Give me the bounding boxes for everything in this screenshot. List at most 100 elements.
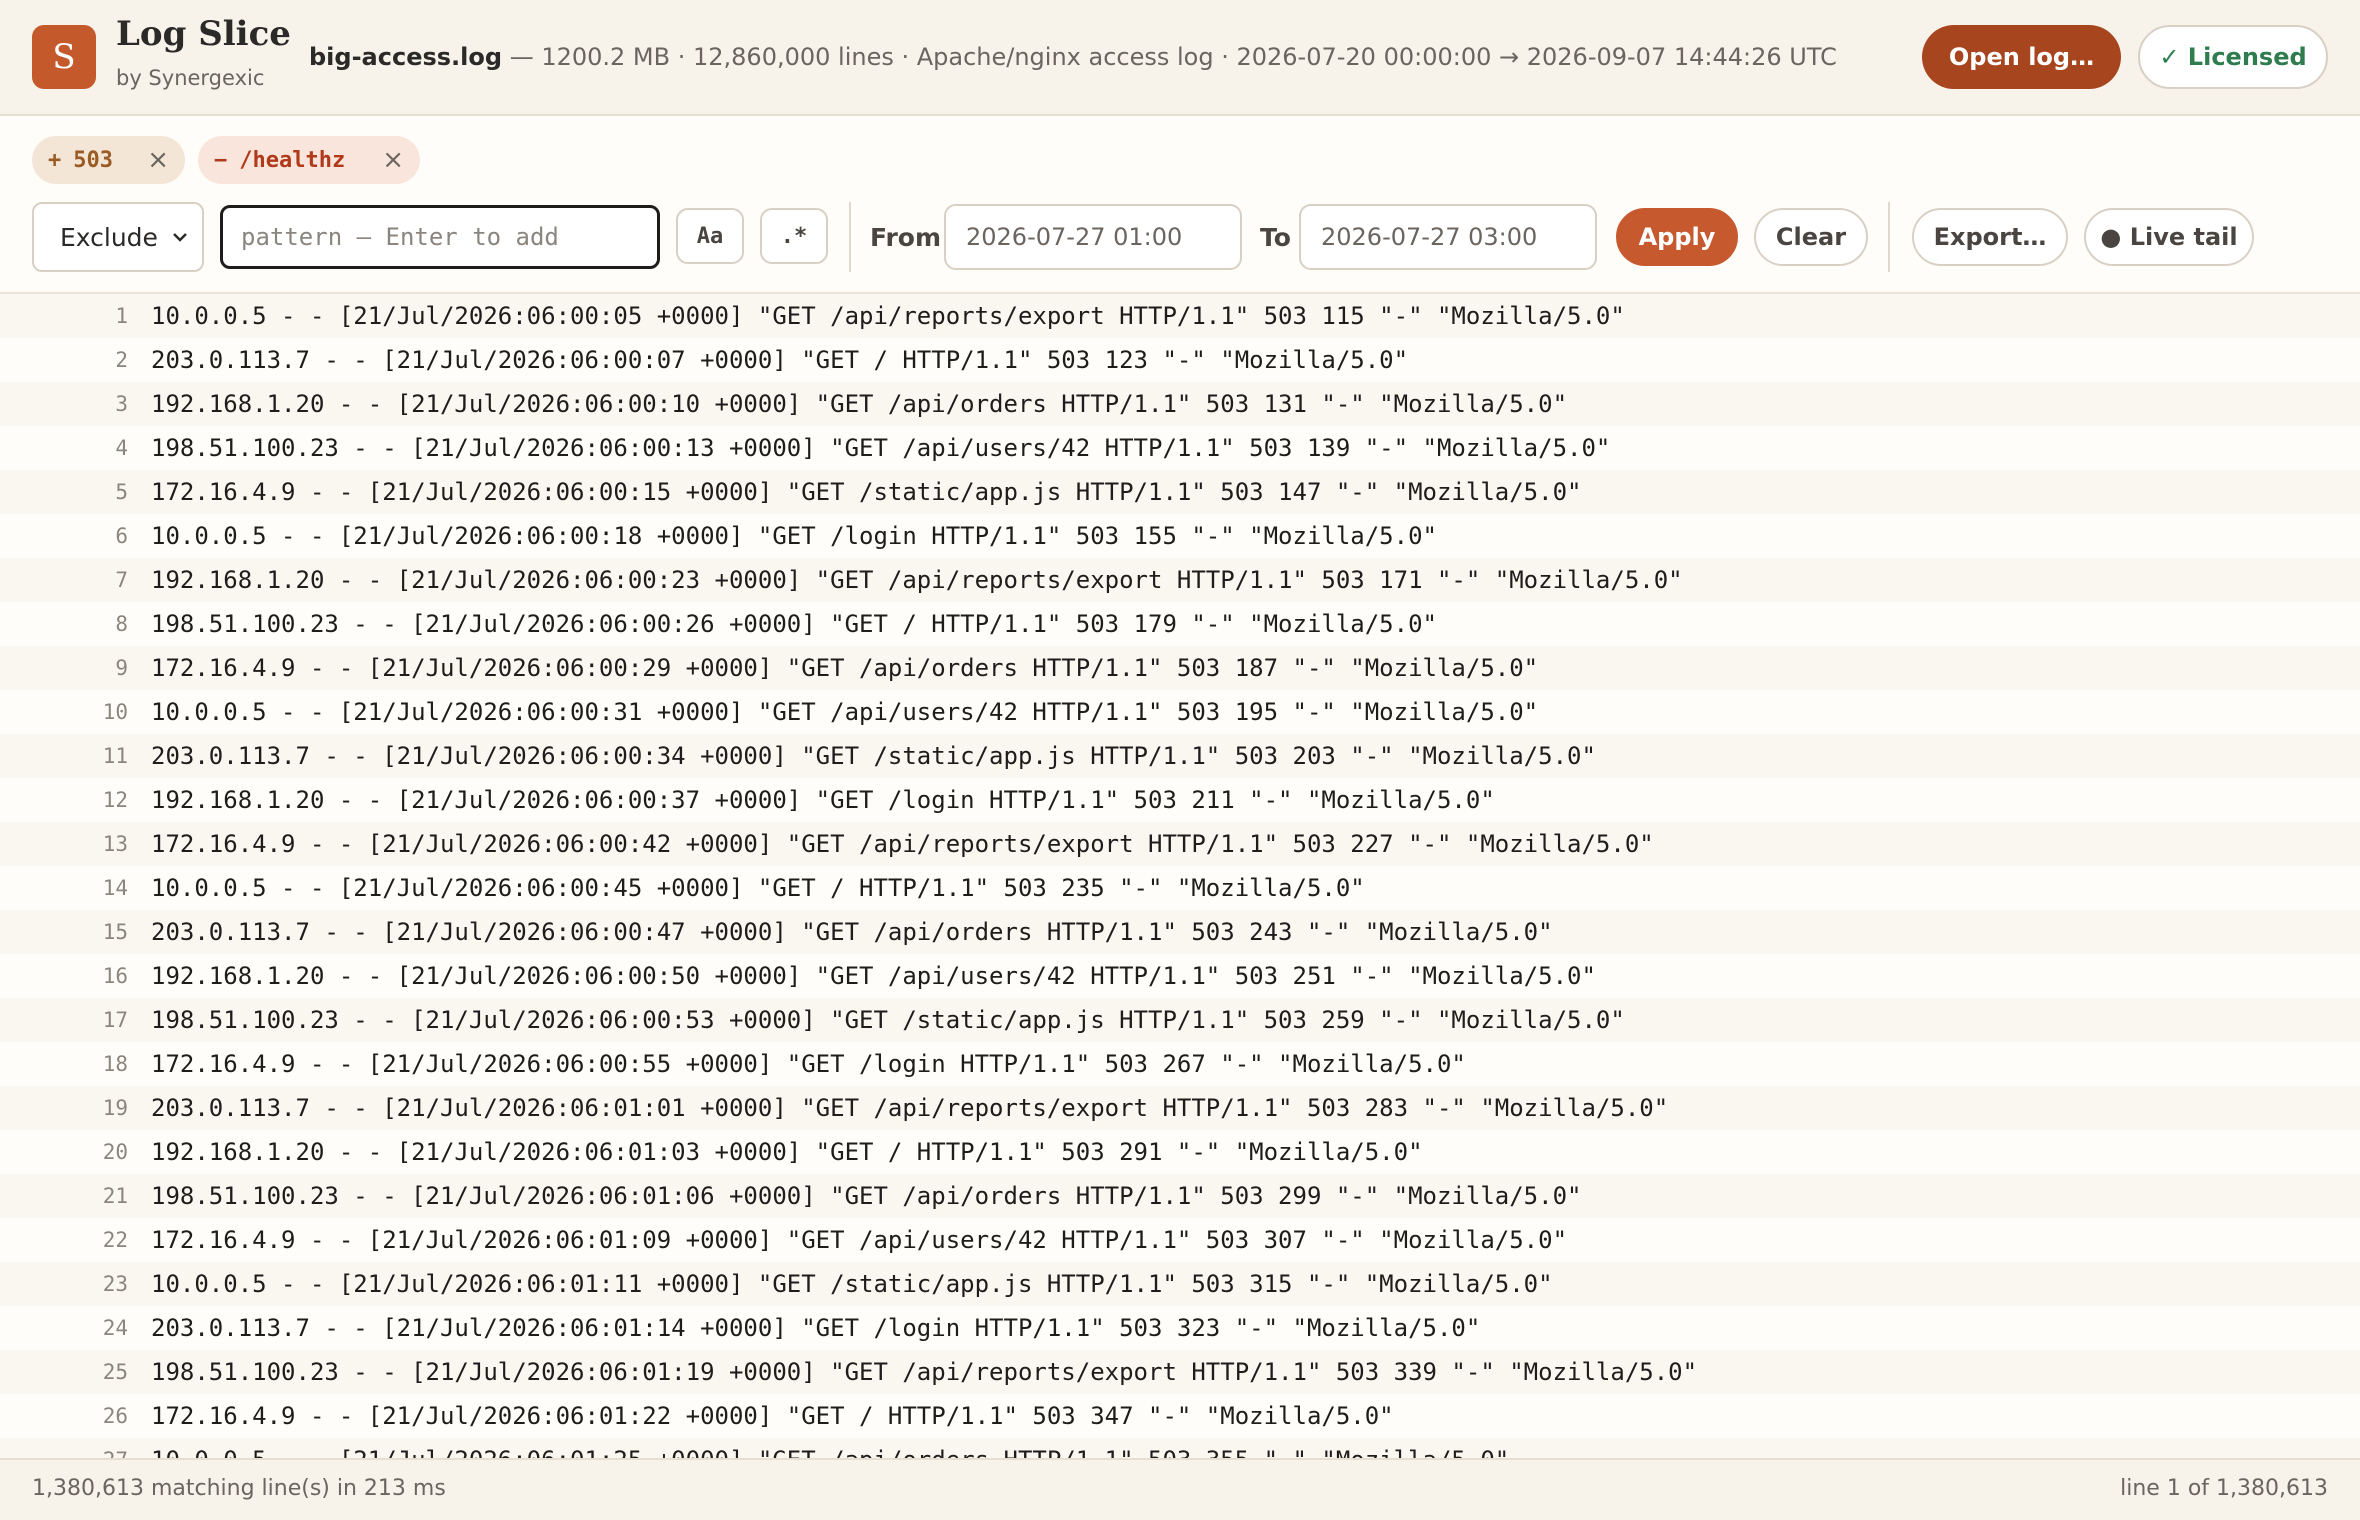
line-number: 22 [102, 1228, 128, 1252]
filter-chip-exclude[interactable]: − /healthz × [198, 136, 420, 184]
file-info: big-access.log — 1200.2 MB · 12,860,000 … [309, 43, 1837, 71]
line-text: 172.16.4.9 - - [21/Jul/2026:06:00:55 +00… [151, 1050, 1466, 1078]
log-line[interactable]: 25 198.51.100.23 - - [21/Jul/2026:06:01:1… [0, 1350, 2360, 1394]
line-number: 11 [102, 744, 128, 768]
log-line[interactable]: 19 203.0.113.7 - - [21/Jul/2026:06:01:01 … [0, 1086, 2360, 1130]
app-vendor: by Synergexic [116, 66, 265, 90]
clear-button[interactable]: Clear [1754, 208, 1868, 266]
line-text: 203.0.113.7 - - [21/Jul/2026:06:01:01 +0… [151, 1094, 1669, 1122]
line-number: 13 [102, 832, 128, 856]
toolbar-divider [849, 202, 851, 272]
log-line[interactable]: 12 192.168.1.20 - - [21/Jul/2026:06:00:37… [0, 778, 2360, 822]
open-log-button[interactable]: Open log… [1922, 25, 2121, 89]
line-text: 172.16.4.9 - - [21/Jul/2026:06:01:22 +00… [151, 1402, 1394, 1430]
line-number: 12 [102, 788, 128, 812]
line-text: 172.16.4.9 - - [21/Jul/2026:06:00:42 +00… [151, 830, 1654, 858]
line-number: 3 [115, 392, 128, 416]
log-line[interactable]: 24 203.0.113.7 - - [21/Jul/2026:06:01:14 … [0, 1306, 2360, 1350]
log-line[interactable]: 10 10.0.0.5 - - [21/Jul/2026:06:00:31 +00… [0, 690, 2360, 734]
chip-sign: − [214, 147, 228, 173]
line-number: 1 [115, 304, 128, 328]
log-line[interactable]: 13 172.16.4.9 - - [21/Jul/2026:06:00:42 +… [0, 822, 2360, 866]
log-line[interactable]: 8 198.51.100.23 - - [21/Jul/2026:06:00:26… [0, 602, 2360, 646]
licensed-button[interactable]: ✓ Licensed [2138, 25, 2328, 89]
close-icon[interactable]: × [147, 145, 169, 175]
line-text: 198.51.100.23 - - [21/Jul/2026:06:01:06 … [151, 1182, 1582, 1210]
line-text: 198.51.100.23 - - [21/Jul/2026:06:00:26 … [151, 610, 1437, 638]
log-slice-app: S Log Slice by Synergexic big-access.log… [0, 0, 2360, 1520]
chip-label: /healthz [239, 147, 346, 173]
line-text: 192.168.1.20 - - [21/Jul/2026:06:01:03 +… [151, 1138, 1423, 1166]
filter-mode-value: Exclude [60, 222, 158, 252]
case-sensitive-toggle[interactable]: Aa [676, 208, 744, 264]
toolbar-divider [1888, 202, 1890, 272]
line-number: 19 [102, 1096, 128, 1120]
line-number: 6 [115, 524, 128, 548]
log-line[interactable]: 23 10.0.0.5 - - [21/Jul/2026:06:01:11 +00… [0, 1262, 2360, 1306]
log-line[interactable]: 7 192.168.1.20 - - [21/Jul/2026:06:00:23 … [0, 558, 2360, 602]
line-text: 10.0.0.5 - - [21/Jul/2026:06:01:11 +0000… [151, 1270, 1553, 1298]
log-line[interactable]: 3 192.168.1.20 - - [21/Jul/2026:06:00:10 … [0, 382, 2360, 426]
log-line[interactable]: 6 10.0.0.5 - - [21/Jul/2026:06:00:18 +000… [0, 514, 2360, 558]
log-line[interactable]: 11 203.0.113.7 - - [21/Jul/2026:06:00:34 … [0, 734, 2360, 778]
log-line[interactable]: 2 203.0.113.7 - - [21/Jul/2026:06:00:07 +… [0, 338, 2360, 382]
line-text: 192.168.1.20 - - [21/Jul/2026:06:00:50 +… [151, 962, 1596, 990]
line-number: 16 [102, 964, 128, 988]
line-number: 25 [102, 1360, 128, 1384]
line-position: line 1 of 1,380,613 [2120, 1476, 2328, 1501]
filter-chip-include[interactable]: + 503 × [32, 136, 185, 184]
line-text: 172.16.4.9 - - [21/Jul/2026:06:01:09 +00… [151, 1226, 1568, 1254]
chevron-down-icon [172, 227, 188, 248]
line-text: 203.0.113.7 - - [21/Jul/2026:06:01:14 +0… [151, 1314, 1481, 1342]
log-line[interactable]: 1 10.0.0.5 - - [21/Jul/2026:06:00:05 +000… [0, 294, 2360, 338]
app-header: S Log Slice by Synergexic big-access.log… [0, 0, 2360, 116]
line-text: 172.16.4.9 - - [21/Jul/2026:06:00:15 +00… [151, 478, 1582, 506]
log-line[interactable]: 5 172.16.4.9 - - [21/Jul/2026:06:00:15 +0… [0, 470, 2360, 514]
log-line[interactable]: 9 172.16.4.9 - - [21/Jul/2026:06:00:29 +0… [0, 646, 2360, 690]
log-line[interactable]: 20 192.168.1.20 - - [21/Jul/2026:06:01:03… [0, 1130, 2360, 1174]
file-details: — 1200.2 MB · 12,860,000 lines · Apache/… [502, 43, 1837, 71]
close-icon[interactable]: × [382, 145, 404, 175]
log-line[interactable]: 22 172.16.4.9 - - [21/Jul/2026:06:01:09 +… [0, 1218, 2360, 1262]
line-number: 10 [102, 700, 128, 724]
pattern-input[interactable] [220, 205, 660, 269]
line-text: 10.0.0.5 - - [21/Jul/2026:06:00:05 +0000… [151, 302, 1625, 330]
to-label: To [1260, 223, 1291, 252]
log-line[interactable]: 18 172.16.4.9 - - [21/Jul/2026:06:00:55 +… [0, 1042, 2360, 1086]
export-button[interactable]: Export… [1912, 208, 2068, 266]
line-text: 203.0.113.7 - - [21/Jul/2026:06:00:07 +0… [151, 346, 1409, 374]
line-text: 198.51.100.23 - - [21/Jul/2026:06:00:53 … [151, 1006, 1625, 1034]
log-lines-list[interactable]: 1 10.0.0.5 - - [21/Jul/2026:06:00:05 +000… [0, 292, 2360, 1460]
apply-button[interactable]: Apply [1616, 208, 1738, 266]
line-number: 23 [102, 1272, 128, 1296]
line-text: 10.0.0.5 - - [21/Jul/2026:06:00:31 +0000… [151, 698, 1539, 726]
log-line[interactable]: 27 10.0.0.5 - - [21/Jul/2026:06:01:25 +00… [0, 1438, 2360, 1460]
chip-label: 503 [73, 147, 113, 173]
from-label: From [870, 223, 942, 252]
log-line[interactable]: 15 203.0.113.7 - - [21/Jul/2026:06:00:47 … [0, 910, 2360, 954]
log-line[interactable]: 26 172.16.4.9 - - [21/Jul/2026:06:01:22 +… [0, 1394, 2360, 1438]
line-number: 24 [102, 1316, 128, 1340]
line-number: 18 [102, 1052, 128, 1076]
live-tail-button[interactable]: ● Live tail [2084, 208, 2254, 266]
line-text: 192.168.1.20 - - [21/Jul/2026:06:00:23 +… [151, 566, 1683, 594]
log-line[interactable]: 17 198.51.100.23 - - [21/Jul/2026:06:00:5… [0, 998, 2360, 1042]
log-line[interactable]: 21 198.51.100.23 - - [21/Jul/2026:06:01:0… [0, 1174, 2360, 1218]
log-line[interactable]: 4 198.51.100.23 - - [21/Jul/2026:06:00:13… [0, 426, 2360, 470]
to-date-input[interactable] [1299, 204, 1597, 270]
line-text: 203.0.113.7 - - [21/Jul/2026:06:00:47 +0… [151, 918, 1553, 946]
line-number: 7 [115, 568, 128, 592]
log-line[interactable]: 16 192.168.1.20 - - [21/Jul/2026:06:00:50… [0, 954, 2360, 998]
line-number: 26 [102, 1404, 128, 1428]
line-number: 17 [102, 1008, 128, 1032]
app-logo: S [32, 25, 96, 89]
line-text: 203.0.113.7 - - [21/Jul/2026:06:00:34 +0… [151, 742, 1596, 770]
app-name: Log Slice [116, 14, 291, 54]
filter-mode-select[interactable]: Exclude [32, 202, 204, 272]
line-text: 172.16.4.9 - - [21/Jul/2026:06:00:29 +00… [151, 654, 1539, 682]
regex-toggle[interactable]: .* [760, 208, 828, 264]
line-text: 10.0.0.5 - - [21/Jul/2026:06:00:45 +0000… [151, 874, 1365, 902]
from-date-input[interactable] [944, 204, 1242, 270]
line-text: 192.168.1.20 - - [21/Jul/2026:06:00:37 +… [151, 786, 1495, 814]
log-line[interactable]: 14 10.0.0.5 - - [21/Jul/2026:06:00:45 +00… [0, 866, 2360, 910]
